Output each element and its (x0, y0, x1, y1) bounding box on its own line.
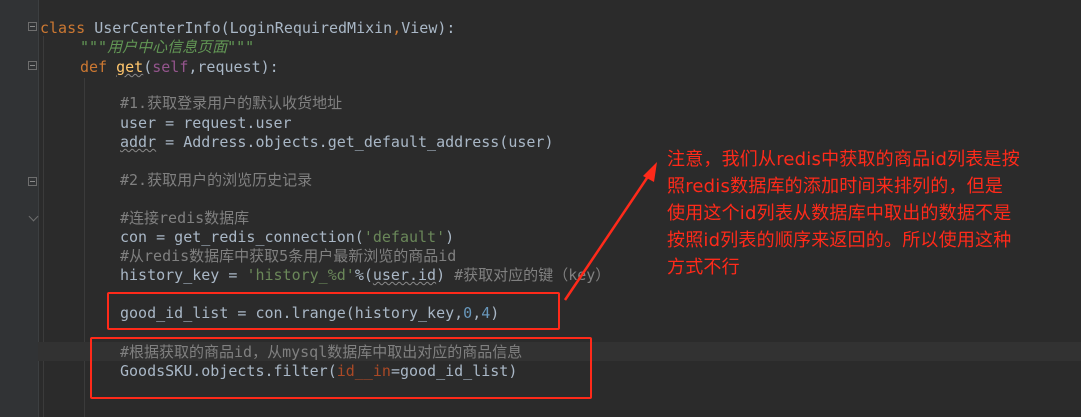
annotation-line: 照redis数据库的添加时间来排列的，但是 (667, 176, 1004, 197)
annotation-line: 注意，我们从redis中获取的商品id列表是按 (667, 149, 1020, 170)
annotation-line: 方式不行 (667, 257, 740, 278)
code-editor[interactable]: class UserCenterInfo(LoginRequiredMixin,… (0, 0, 1081, 417)
annotation-line: 按照id列表的顺序来返回的。所以使用这种 (667, 230, 1012, 251)
annotation-line: 使用这个id列表从数据库中取出的数据不是 (667, 203, 1012, 224)
annotation-note: 注意，我们从redis中获取的商品id列表是按 照redis数据库的添加时间来排… (667, 146, 1077, 281)
